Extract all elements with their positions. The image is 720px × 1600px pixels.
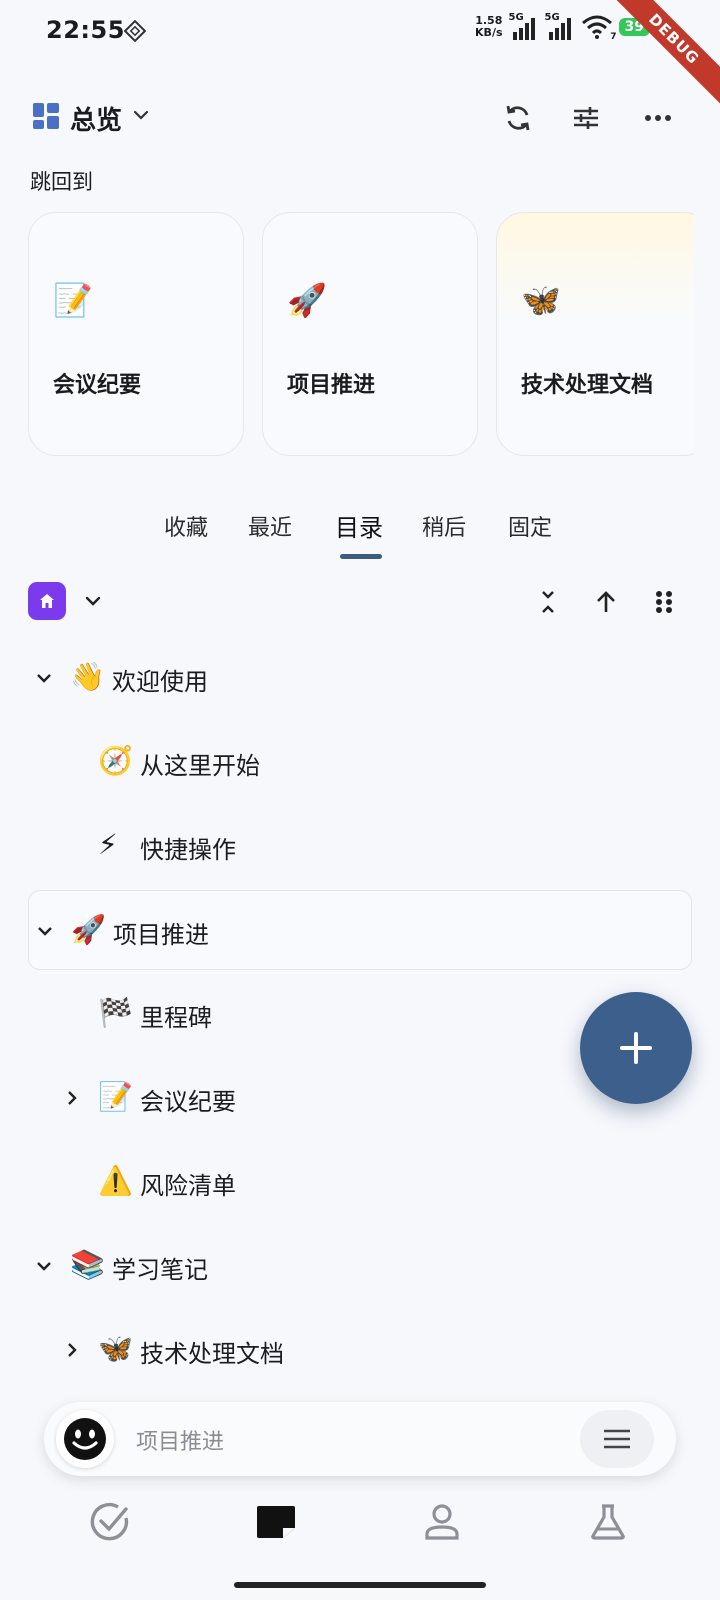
status-time: 22:55 [46,16,125,44]
status-bar: 22:55 1.58 KB/s 5G 5G 7 39 DEBUG [0,0,720,112]
jump-card-title: 技术处理文档 [521,373,654,398]
chevron-right-icon[interactable] [62,1088,82,1108]
chevron-down-icon[interactable] [35,921,55,941]
tree-row-label: 里程碑 [140,1004,212,1032]
jump-back-cards: 📝 会议纪要 🚀 项目推进 🦋 技术处理文档 [28,212,694,458]
assistant-avatar[interactable] [56,1410,114,1468]
wifi-icon: 7 [581,14,617,42]
tree-row[interactable]: 🧭 从这里开始 [28,722,692,802]
jump-card-title: 会议纪要 [53,373,142,398]
check-circle-icon [90,1502,129,1541]
arrow-up-icon [597,591,615,612]
tree-row-label: 项目推进 [113,921,209,949]
chevron-right-icon[interactable] [62,1340,82,1360]
add-button[interactable] [580,992,692,1104]
signal-icon: 5G [508,12,539,40]
signal-label: 5G [544,12,560,23]
tree-row-selected[interactable]: 🚀 项目推进 [28,890,692,970]
wifi-badge: 7 [610,32,617,42]
checkered-flag-icon: 🏁 [98,996,133,1029]
books-icon: 📚 [70,1248,105,1281]
butterfly-icon: 🦋 [98,1332,133,1365]
chevron-down-icon[interactable] [82,590,104,612]
sync-icon [506,105,530,131]
smiley-icon [64,1418,106,1460]
net-speed-unit: KB/s [475,26,503,39]
tree-row-label: 欢迎使用 [112,668,208,696]
lightning-icon: ⚡ [98,828,118,861]
tab-later[interactable]: 稍后 [422,510,466,542]
drag-dots-icon [656,591,672,613]
nav-labs[interactable] [576,1494,640,1550]
page-title[interactable]: 总览 [70,100,122,137]
compass-icon: 🧭 [98,744,133,777]
jump-card[interactable]: 🚀 项目推进 [262,212,478,456]
tab-indicator [340,554,382,559]
tab-bar: 收藏 最近 目录 稍后 固定 [0,506,720,562]
current-page-bar[interactable]: 项目推进 [44,1402,676,1476]
warning-icon: ⚠️ [98,1164,133,1197]
tab-directory[interactable]: 目录 [335,508,383,543]
butterfly-icon: 🦋 [521,281,561,319]
tree-row[interactable]: 👋 欢迎使用 [28,638,692,718]
more-horizontal-icon [645,115,671,121]
bottom-nav [0,1480,720,1570]
tree-row[interactable]: ⚠️ 风险清单 [28,1142,692,1222]
scroll-top-button[interactable] [586,582,626,622]
home-icon [40,594,54,608]
tab-recent[interactable]: 最近 [248,510,292,542]
tree-row-label: 快捷操作 [140,836,236,864]
nav-notes[interactable] [244,1494,308,1550]
diamond-icon [124,20,146,42]
drag-handle-button[interactable] [644,582,684,622]
jump-back-label: 跳回到 [30,170,93,194]
note-icon [257,1506,295,1538]
flask-icon [591,1504,625,1540]
grid-view-icon [33,103,59,129]
signal-label: 5G [508,12,524,23]
memo-icon: 📝 [53,281,93,319]
plus-icon [620,1032,652,1064]
tree-row[interactable]: ⚡ 快捷操作 [28,806,692,886]
nav-tasks[interactable] [78,1494,142,1550]
net-speed: 1.58 KB/s [475,15,502,39]
jump-card[interactable]: 🦋 技术处理文档 [496,212,694,456]
home-space-button[interactable] [28,582,66,620]
rocket-icon: 🚀 [287,281,327,319]
tab-favorites[interactable]: 收藏 [164,510,208,542]
current-page-label: 项目推进 [136,1430,225,1455]
filter-button[interactable] [562,94,610,142]
memo-icon: 📝 [98,1080,133,1113]
chevron-down-icon[interactable] [132,108,150,122]
app-bar: 总览 [0,78,720,158]
waving-hand-icon: 👋 [70,660,105,693]
tree-row-label: 从这里开始 [140,752,260,780]
rocket-icon: 🚀 [71,913,106,946]
sync-button[interactable] [494,94,542,142]
more-button[interactable] [634,94,682,142]
signal-icon: 5G [544,12,575,40]
chevron-down-icon[interactable] [34,668,54,688]
home-indicator [234,1582,486,1588]
tree-row-label: 会议纪要 [140,1088,236,1116]
tune-icon [574,107,598,129]
tree-row[interactable]: 📚 学习笔记 [28,1226,692,1306]
nav-profile[interactable] [410,1494,474,1550]
tree-row[interactable]: 🦋 技术处理文档 [28,1310,692,1390]
collapse-all-icon [542,591,554,613]
tree-row-label: 风险清单 [140,1172,236,1200]
tree-row-label: 学习笔记 [112,1256,208,1284]
person-icon [425,1504,459,1540]
menu-button[interactable] [580,1410,654,1468]
jump-card-title: 项目推进 [287,373,376,398]
menu-icon [604,1429,630,1449]
jump-card[interactable]: 📝 会议纪要 [28,212,244,456]
tab-pinned[interactable]: 固定 [508,510,552,542]
chevron-down-icon[interactable] [34,1256,54,1276]
tree-row-label: 技术处理文档 [140,1340,284,1368]
collapse-all-button[interactable] [528,582,568,622]
status-indicators: 1.58 KB/s 5G 5G 7 39 [475,12,650,42]
